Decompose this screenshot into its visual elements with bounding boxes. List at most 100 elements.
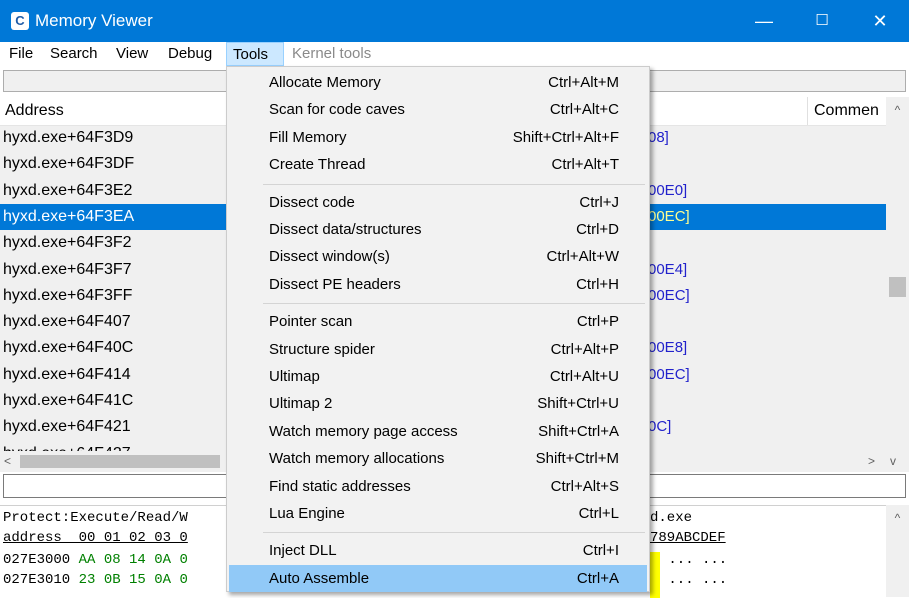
menu-item-label: Lua Engine	[269, 505, 345, 522]
menu-item-pointer-scan[interactable]: Pointer scan Ctrl+P	[229, 308, 647, 335]
minimize-button[interactable]: —	[735, 0, 793, 42]
menu-item-label: Fill Memory	[269, 128, 347, 146]
menu-item-inject-dll[interactable]: Inject DLL Ctrl+I	[229, 537, 647, 564]
hex-row-bytes: 23 0B 15 0A 0	[78, 572, 188, 588]
menu-item-label: Watch memory allocations	[269, 450, 445, 468]
menu-item-shortcut: Ctrl+Alt+W	[546, 248, 619, 266]
menu-item-ultimap-2[interactable]: Ultimap 2 Shift+Ctrl+U	[229, 390, 647, 417]
hex-row-bytes: AA 08 14 0A 0	[78, 552, 188, 568]
row-address: hyxd.exe+64F3E2	[3, 181, 133, 199]
menu-item-label: Auto Assemble	[269, 569, 370, 587]
menu-item-scan-for-code-caves[interactable]: Scan for code caves Ctrl+Alt+C	[229, 96, 647, 123]
disassembly-vertical-scrollbar[interactable]: ^	[886, 97, 909, 451]
menu-file[interactable]: File	[3, 42, 39, 66]
menu-view[interactable]: View	[110, 42, 154, 66]
menu-item-shortcut: Ctrl+Alt+S	[550, 477, 619, 495]
hex-row-ascii: ... ...	[660, 572, 728, 588]
menu-item-shortcut: Ctrl+H	[576, 275, 619, 293]
menu-item-dissect-pe-headers[interactable]: Dissect PE headers Ctrl+H	[229, 271, 647, 298]
row-operand-fragment: 0C]	[648, 418, 672, 436]
row-address: hyxd.exe+64F3F7	[3, 260, 132, 278]
menu-item-find-static-addresses[interactable]: Find static addresses Ctrl+Alt+S	[229, 473, 647, 500]
scroll-right-icon[interactable]: >	[868, 454, 875, 468]
menu-item-create-thread[interactable]: Create Thread Ctrl+Alt+T	[229, 151, 647, 178]
menu-item-label: Dissect code	[269, 193, 355, 211]
menu-item-structure-spider[interactable]: Structure spider Ctrl+Alt+P	[229, 336, 647, 363]
menu-item-label: Dissect window(s)	[269, 248, 390, 266]
menu-item-dissect-data-structures[interactable]: Dissect data/structures Ctrl+D	[229, 216, 647, 243]
hscrollbar-thumb[interactable]	[20, 455, 220, 468]
row-operand-fragment: 00E8]	[648, 339, 688, 357]
hex-row-address: 027E3000	[3, 552, 71, 568]
hex-header: address 00 01 02 03 0	[3, 530, 188, 546]
column-header-address[interactable]: Address	[0, 97, 226, 125]
menu-debug[interactable]: Debug	[162, 42, 218, 66]
menu-item-label: Structure spider	[269, 340, 375, 358]
menu-item-shortcut: Ctrl+J	[579, 193, 619, 211]
row-address: hyxd.exe+64F3DF	[3, 155, 135, 173]
menu-bar: File Search View Debug Tools Kernel tool…	[0, 42, 909, 66]
menu-item-label: Dissect PE headers	[269, 275, 401, 293]
menu-item-shortcut: Ctrl+Alt+P	[550, 340, 619, 358]
row-address: hyxd.exe+64F3EA	[3, 207, 135, 225]
column-divider	[807, 97, 808, 125]
menu-item-lua-engine[interactable]: Lua Engine Ctrl+L	[229, 500, 647, 527]
menu-item-allocate-memory[interactable]: Allocate Memory Ctrl+Alt+M	[229, 69, 647, 96]
close-button[interactable]: ✕	[851, 0, 909, 42]
scroll-up-icon[interactable]: ^	[886, 103, 909, 117]
scroll-down-icon[interactable]: v	[890, 454, 896, 468]
column-header-comment[interactable]: Commen	[809, 97, 886, 125]
hex-row[interactable]: 027E3000 AA 08 14 0A 0	[3, 550, 188, 570]
menu-item-shortcut: Ctrl+Alt+M	[548, 74, 619, 91]
row-address: hyxd.exe+64F3F2	[3, 234, 132, 252]
menu-kernel-tools[interactable]: Kernel tools	[286, 42, 377, 66]
window-title: Memory Viewer	[35, 11, 153, 30]
row-address: hyxd.exe+64F414	[3, 365, 131, 383]
row-address: hyxd.exe+64F40C	[3, 339, 134, 357]
hex-row[interactable]: 027E3010 23 0B 15 0A 0	[3, 570, 188, 590]
menu-item-fill-memory[interactable]: Fill Memory Shift+Ctrl+Alt+F	[229, 124, 647, 151]
menu-item-dissect-code[interactable]: Dissect code Ctrl+J	[229, 189, 647, 216]
menu-item-shortcut: Ctrl+I	[582, 542, 619, 560]
row-address: hyxd.exe+64F3FF	[3, 286, 133, 304]
hex-spacer	[70, 572, 78, 588]
menu-item-ultimap[interactable]: Ultimap Ctrl+Alt+U	[229, 363, 647, 390]
scrollbar-thumb[interactable]	[889, 277, 906, 297]
menu-item-auto-assemble[interactable]: Auto Assemble Ctrl+A	[229, 564, 647, 592]
menu-item-label: Pointer scan	[269, 313, 353, 331]
menu-separator	[263, 183, 645, 185]
menu-item-shortcut: Shift+Ctrl+M	[535, 450, 619, 468]
menu-search[interactable]: Search	[44, 42, 104, 66]
menu-item-shortcut: Shift+Ctrl+Alt+F	[512, 128, 619, 146]
row-address: hyxd.exe+64F41C	[3, 392, 134, 409]
menu-tools[interactable]: Tools	[226, 42, 284, 66]
menu-item-watch-memory-page-access[interactable]: Watch memory page access Shift+Ctrl+A	[229, 418, 647, 445]
row-operand-fragment: 00EC]	[648, 365, 690, 383]
menu-item-shortcut: Ctrl+Alt+U	[549, 368, 619, 385]
menu-item-label: Find static addresses	[269, 477, 411, 495]
row-address: hyxd.exe+64F407	[3, 313, 131, 331]
maximize-button[interactable]: ☐	[793, 0, 851, 42]
row-address: hyxd.exe+64F421	[3, 418, 131, 436]
menu-separator	[263, 303, 645, 305]
protect-line-right: d.exe	[650, 510, 693, 526]
row-operand-fragment: 00E0]	[648, 181, 688, 199]
hex-row-ascii: ... ...	[660, 552, 728, 568]
menu-item-shortcut: Ctrl+P	[576, 313, 619, 331]
menu-item-shortcut: Ctrl+Alt+T	[551, 156, 619, 174]
row-operand-fragment: 00EC]	[648, 207, 690, 225]
scroll-left-icon[interactable]: <	[4, 454, 11, 468]
menu-item-shortcut: Ctrl+Alt+C	[549, 101, 619, 119]
title-bar[interactable]: C Memory Viewer — ☐ ✕	[0, 0, 909, 42]
hex-vertical-scrollbar[interactable]: ^	[886, 505, 909, 597]
cheat-engine-icon: C	[11, 12, 29, 30]
menu-item-label: Ultimap 2	[269, 395, 333, 413]
menu-item-watch-memory-allocations[interactable]: Watch memory allocations Shift+Ctrl+M	[229, 445, 647, 472]
menu-item-shortcut: Ctrl+A	[576, 569, 619, 587]
menu-item-dissect-window-s[interactable]: Dissect window(s) Ctrl+Alt+W	[229, 243, 647, 270]
menu-item-shortcut: Shift+Ctrl+A	[538, 422, 619, 440]
menu-separator	[263, 532, 645, 534]
hex-scroll-up-icon[interactable]: ^	[886, 511, 909, 525]
row-operand-fragment: 08]	[648, 129, 669, 146]
hex-spacer	[70, 552, 78, 568]
